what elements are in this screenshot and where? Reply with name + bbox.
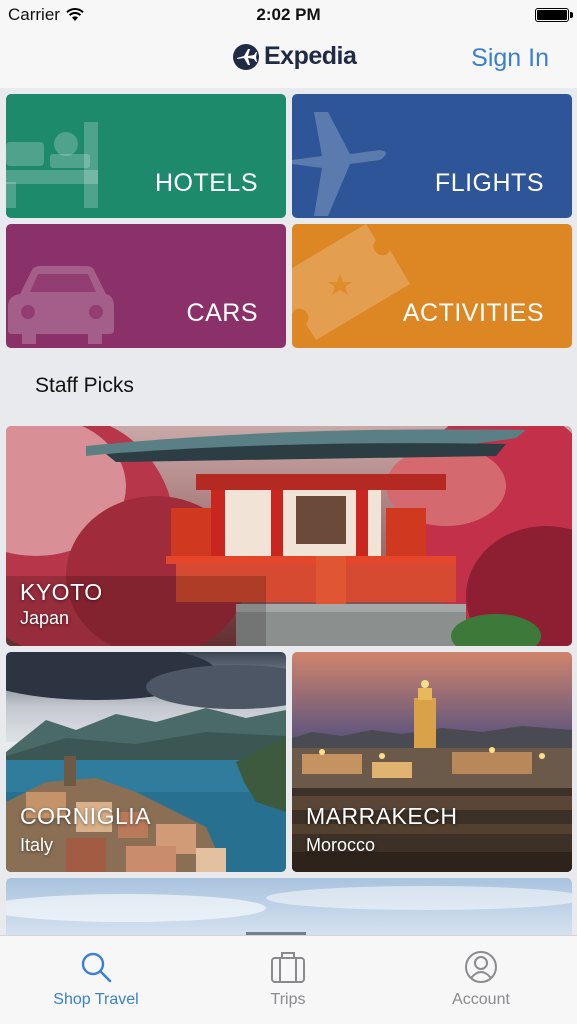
airplane-icon: [292, 112, 386, 216]
destination-card-corniglia[interactable]: CORNIGLIA Italy: [6, 652, 286, 872]
clock: 2:02 PM: [256, 5, 321, 24]
flights-tile[interactable]: FLIGHTS: [292, 94, 572, 218]
hotels-label: HOTELS: [154, 169, 258, 197]
tab-bar: Shop Travel Trips Account: [0, 935, 577, 1024]
flights-label: FLIGHTS: [434, 169, 544, 197]
expedia-logo: Expedia: [232, 42, 357, 71]
destination-card-kyoto[interactable]: KYOTO Japan: [6, 426, 572, 646]
sign-in-button[interactable]: Sign In: [471, 44, 549, 73]
status-bar: Carrier 2:02 PM: [0, 0, 577, 30]
destination-country: Italy: [20, 835, 54, 855]
tab-account[interactable]: Account: [385, 936, 577, 1024]
expedia-globe-icon: [233, 43, 259, 70]
activities-label: ACTIVITIES: [402, 299, 544, 327]
battery-icon: [535, 8, 573, 22]
category-grid: HOTELS FLIGHTS CARS ACTIVITIES: [6, 94, 572, 348]
cars-label: CARS: [186, 299, 258, 327]
activities-tile[interactable]: ACTIVITIES: [292, 224, 572, 348]
tab-label: Account: [452, 991, 510, 1008]
ticket-icon: [292, 224, 410, 340]
nav-bar: Expedia Sign In: [0, 30, 577, 88]
person-icon: [465, 951, 497, 983]
hotels-tile[interactable]: HOTELS: [6, 94, 286, 218]
cars-tile[interactable]: CARS: [6, 224, 286, 348]
destination-city: MARRAKECH: [306, 803, 458, 829]
car-icon: [8, 266, 114, 344]
suitcase-icon: [271, 952, 305, 983]
search-icon: [81, 952, 112, 983]
destination-city: KYOTO: [20, 579, 103, 605]
tab-label: Shop Travel: [53, 991, 139, 1008]
destination-country: Japan: [20, 608, 70, 628]
kyoto-temple-photo: [6, 426, 572, 646]
tab-trips[interactable]: Trips: [192, 936, 384, 1024]
staff-picks-heading: Staff Picks: [35, 374, 134, 397]
destination-city: CORNIGLIA: [20, 803, 152, 829]
tab-shop-travel[interactable]: Shop Travel: [0, 936, 192, 1024]
bed-icon: [6, 122, 98, 208]
tab-label: Trips: [270, 991, 306, 1008]
destination-card-marrakech[interactable]: MARRAKECH Morocco: [292, 652, 572, 872]
destination-country: Morocco: [306, 835, 376, 855]
logo-text: Expedia: [264, 42, 357, 70]
